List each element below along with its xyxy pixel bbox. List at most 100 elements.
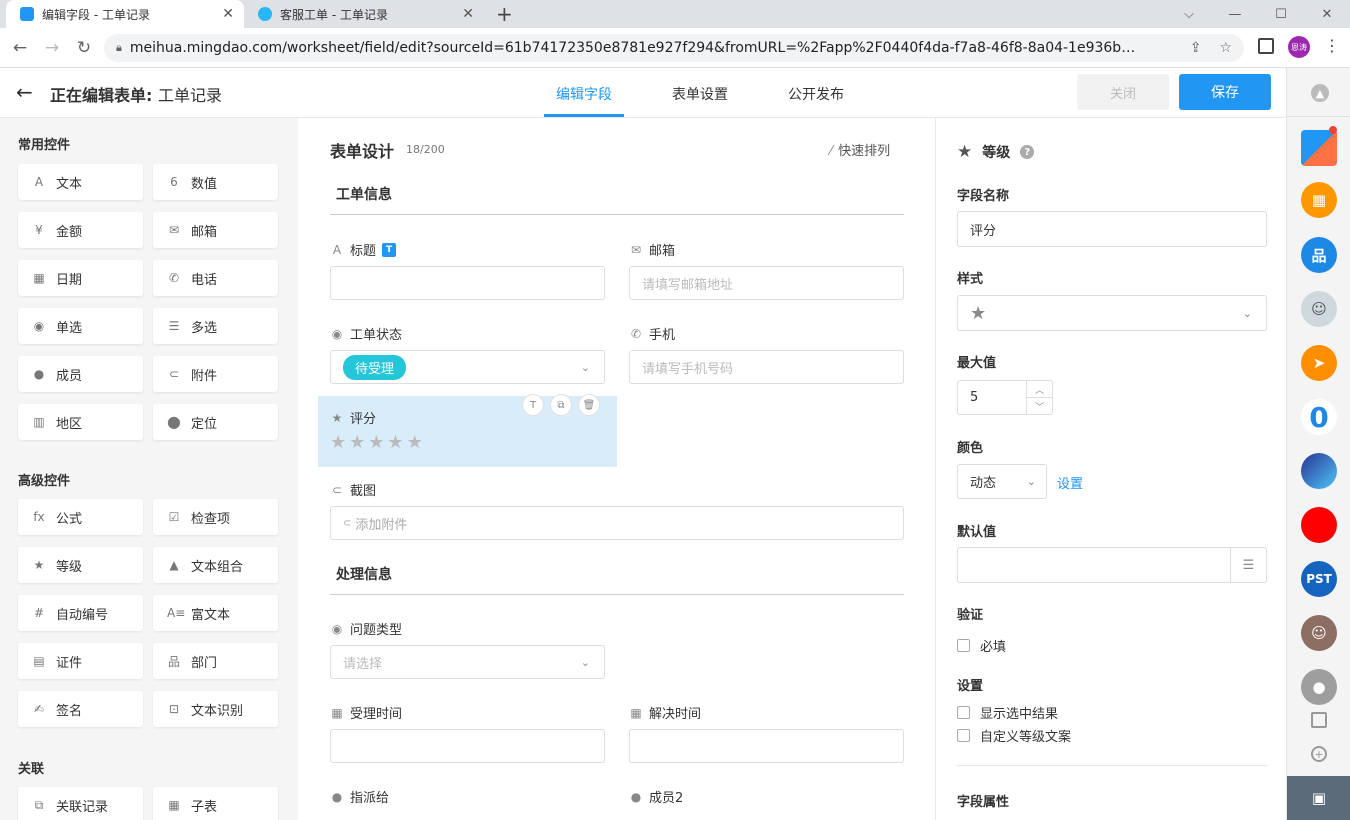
phone-input[interactable]: 请填写手机号码 [629, 350, 904, 384]
palette-item[interactable]: ▦ 子表 [153, 787, 278, 820]
palette-item[interactable]: ¥ 金额 [18, 212, 143, 248]
field-name-input[interactable]: 评分 [957, 211, 1267, 247]
rating-star-icon[interactable]: ★ [368, 432, 384, 453]
style-select[interactable]: ★ ⌄ [957, 295, 1267, 331]
palette-item[interactable]: ⬤ 定位 [153, 404, 278, 440]
side-panel-icon[interactable] [1258, 38, 1274, 54]
field-label-issue-type[interactable]: ◉ 问题类型 [330, 619, 402, 639]
palette-item[interactable]: ☰ 多选 [153, 308, 278, 344]
title-input[interactable] [330, 266, 605, 300]
org-chart-icon[interactable]: 品 [1301, 237, 1337, 273]
tab-edit-fields[interactable]: 编辑字段 [556, 84, 612, 104]
rating-star-icon[interactable]: ★ [407, 432, 423, 453]
palette-item[interactable]: fx 公式 [18, 499, 143, 535]
palette-item[interactable]: 6 数值 [153, 164, 278, 200]
copy-icon[interactable]: ⧉ [550, 394, 572, 416]
app-zero-icon[interactable]: 0 [1301, 399, 1337, 435]
field-label-email[interactable]: ✉ 邮箱 [629, 240, 675, 260]
close-tab-icon[interactable]: ✕ [222, 6, 234, 22]
app-grid-icon[interactable]: ▦ [1301, 182, 1337, 218]
maximize-icon[interactable]: ☐ [1258, 7, 1304, 22]
close-button[interactable]: 关闭 [1077, 74, 1169, 110]
field-label-phone[interactable]: ✆ 手机 [629, 324, 675, 344]
palette-item[interactable]: ✉ 邮箱 [153, 212, 278, 248]
palette-item[interactable]: ▲ 文本组合 [153, 547, 278, 583]
close-window-icon[interactable]: ✕ [1304, 7, 1350, 22]
default-avatar-icon[interactable]: ● [1301, 669, 1337, 705]
field-label-accept-time[interactable]: ▦ 受理时间 [330, 703, 402, 723]
tab-form-settings[interactable]: 表单设置 [672, 84, 728, 104]
field-label-assign[interactable]: ● 指派给 [330, 787, 389, 807]
default-value-input[interactable]: ☰ [957, 547, 1267, 583]
max-value-input[interactable]: 5 [958, 381, 1026, 414]
rating-star-icon[interactable]: ★ [387, 432, 403, 453]
field-label-title[interactable]: A 标题 T [330, 240, 397, 259]
browser-tab-edit-field[interactable]: 编辑字段 - 工单记录 ✕ [6, 0, 244, 28]
color-settings-link[interactable]: 设置 [1057, 473, 1083, 492]
palette-item[interactable]: ✍ 签名 [18, 691, 143, 727]
city-avatar-icon[interactable] [1301, 453, 1337, 489]
back-icon[interactable]: ← [8, 36, 32, 60]
bookmark-star-icon[interactable]: ☆ [1219, 40, 1232, 56]
attachment-input[interactable]: ⊂ 添加附件 [330, 506, 904, 540]
show-selected-checkbox[interactable] [957, 706, 970, 719]
field-label-screenshot[interactable]: ⊂ 截图 [330, 480, 376, 500]
resolve-time-input[interactable] [629, 729, 904, 763]
palette-item[interactable]: ⧉ 关联记录 [18, 787, 143, 820]
person-avatar-icon[interactable]: ☺ [1301, 615, 1337, 651]
close-tab-icon[interactable]: ✕ [462, 6, 474, 22]
accept-time-input[interactable] [330, 729, 605, 763]
tab-public-publish[interactable]: 公开发布 [788, 84, 844, 104]
new-tab-icon[interactable]: + [496, 2, 513, 26]
forward-icon[interactable]: → [40, 36, 64, 60]
back-arrow-icon[interactable]: ← [16, 80, 33, 104]
palette-item[interactable]: ⊡ 文本识别 [153, 691, 278, 727]
minimize-icon[interactable]: — [1212, 7, 1258, 22]
issue-type-select[interactable]: 请选择 ⌄ [330, 645, 605, 679]
rating-stars[interactable]: ★ ★ ★ ★ ★ [330, 432, 426, 453]
field-label-resolve-time[interactable]: ▦ 解决时间 [629, 703, 701, 723]
help-icon[interactable]: ? [1020, 145, 1035, 159]
browser-menu-icon[interactable]: ⋮ [1324, 36, 1340, 55]
color-mode-select[interactable]: 动态 ⌄ [957, 464, 1047, 499]
rating-star-icon[interactable]: ★ [349, 432, 365, 453]
increment-icon[interactable]: ︿ [1027, 381, 1052, 398]
red-circle-icon[interactable] [1301, 507, 1337, 543]
insert-field-icon[interactable]: ☰ [1230, 548, 1266, 582]
palette-item[interactable]: ✆ 电话 [153, 260, 278, 296]
palette-item[interactable]: ▦ 日期 [18, 260, 143, 296]
quick-sort-button[interactable]: ⁄ 快速排列 [830, 140, 890, 159]
palette-item[interactable]: ▤ 证件 [18, 643, 143, 679]
pst-icon[interactable]: PST [1301, 561, 1337, 597]
address-bar[interactable]: 🔒︎ meihua.mingdao.com/worksheet/field/ed… [104, 34, 1244, 62]
palette-item[interactable]: # 自动编号 [18, 595, 143, 631]
profile-avatar[interactable]: 恩涛 [1288, 36, 1310, 58]
trash-icon[interactable]: 🗑︎ [578, 394, 600, 416]
field-label-member2[interactable]: ● 成员2 [629, 787, 684, 807]
decrement-icon[interactable]: ﹀ [1027, 398, 1052, 414]
app-cube-icon[interactable] [1301, 130, 1337, 166]
palette-item[interactable]: ★ 等级 [18, 547, 143, 583]
collapse-rail-icon[interactable]: ▣ [1287, 776, 1350, 820]
share-icon[interactable]: ⇪ [1190, 40, 1202, 56]
browser-tab-service-ticket[interactable]: 客服工单 - 工单记录 ✕ [244, 0, 484, 28]
palette-item[interactable]: ▥ 地区 [18, 404, 143, 440]
paper-plane-icon[interactable]: ➤ [1301, 345, 1337, 381]
max-value-stepper[interactable]: 5 ︿ ﹀ [957, 380, 1053, 415]
palette-item[interactable]: ● 成员 [18, 356, 143, 392]
reload-icon[interactable]: ↻ [72, 36, 96, 60]
status-select[interactable]: 待受理 ⌄ [330, 350, 605, 384]
save-button[interactable]: 保存 [1179, 74, 1271, 110]
bell-icon[interactable]: ▲ [1311, 84, 1329, 102]
email-input[interactable]: 请填写邮箱地址 [629, 266, 904, 300]
field-label-status[interactable]: ◉ 工单状态 [330, 324, 402, 344]
custom-text-checkbox-row[interactable]: 自定义等级文案 [957, 726, 1071, 745]
palette-item[interactable]: A 文本 [18, 164, 143, 200]
show-selected-checkbox-row[interactable]: 显示选中结果 [957, 703, 1058, 722]
rating-field-card[interactable]: ★ 评分 ★ ★ ★ ★ ★ T ⧉ 🗑︎ [318, 394, 617, 467]
palette-item[interactable]: ◉ 单选 [18, 308, 143, 344]
required-checkbox-row[interactable]: 必填 [957, 636, 1006, 655]
required-checkbox[interactable] [957, 639, 970, 652]
palette-item[interactable]: ☑ 检查项 [153, 499, 278, 535]
palette-item[interactable]: A≡ 富文本 [153, 595, 278, 631]
